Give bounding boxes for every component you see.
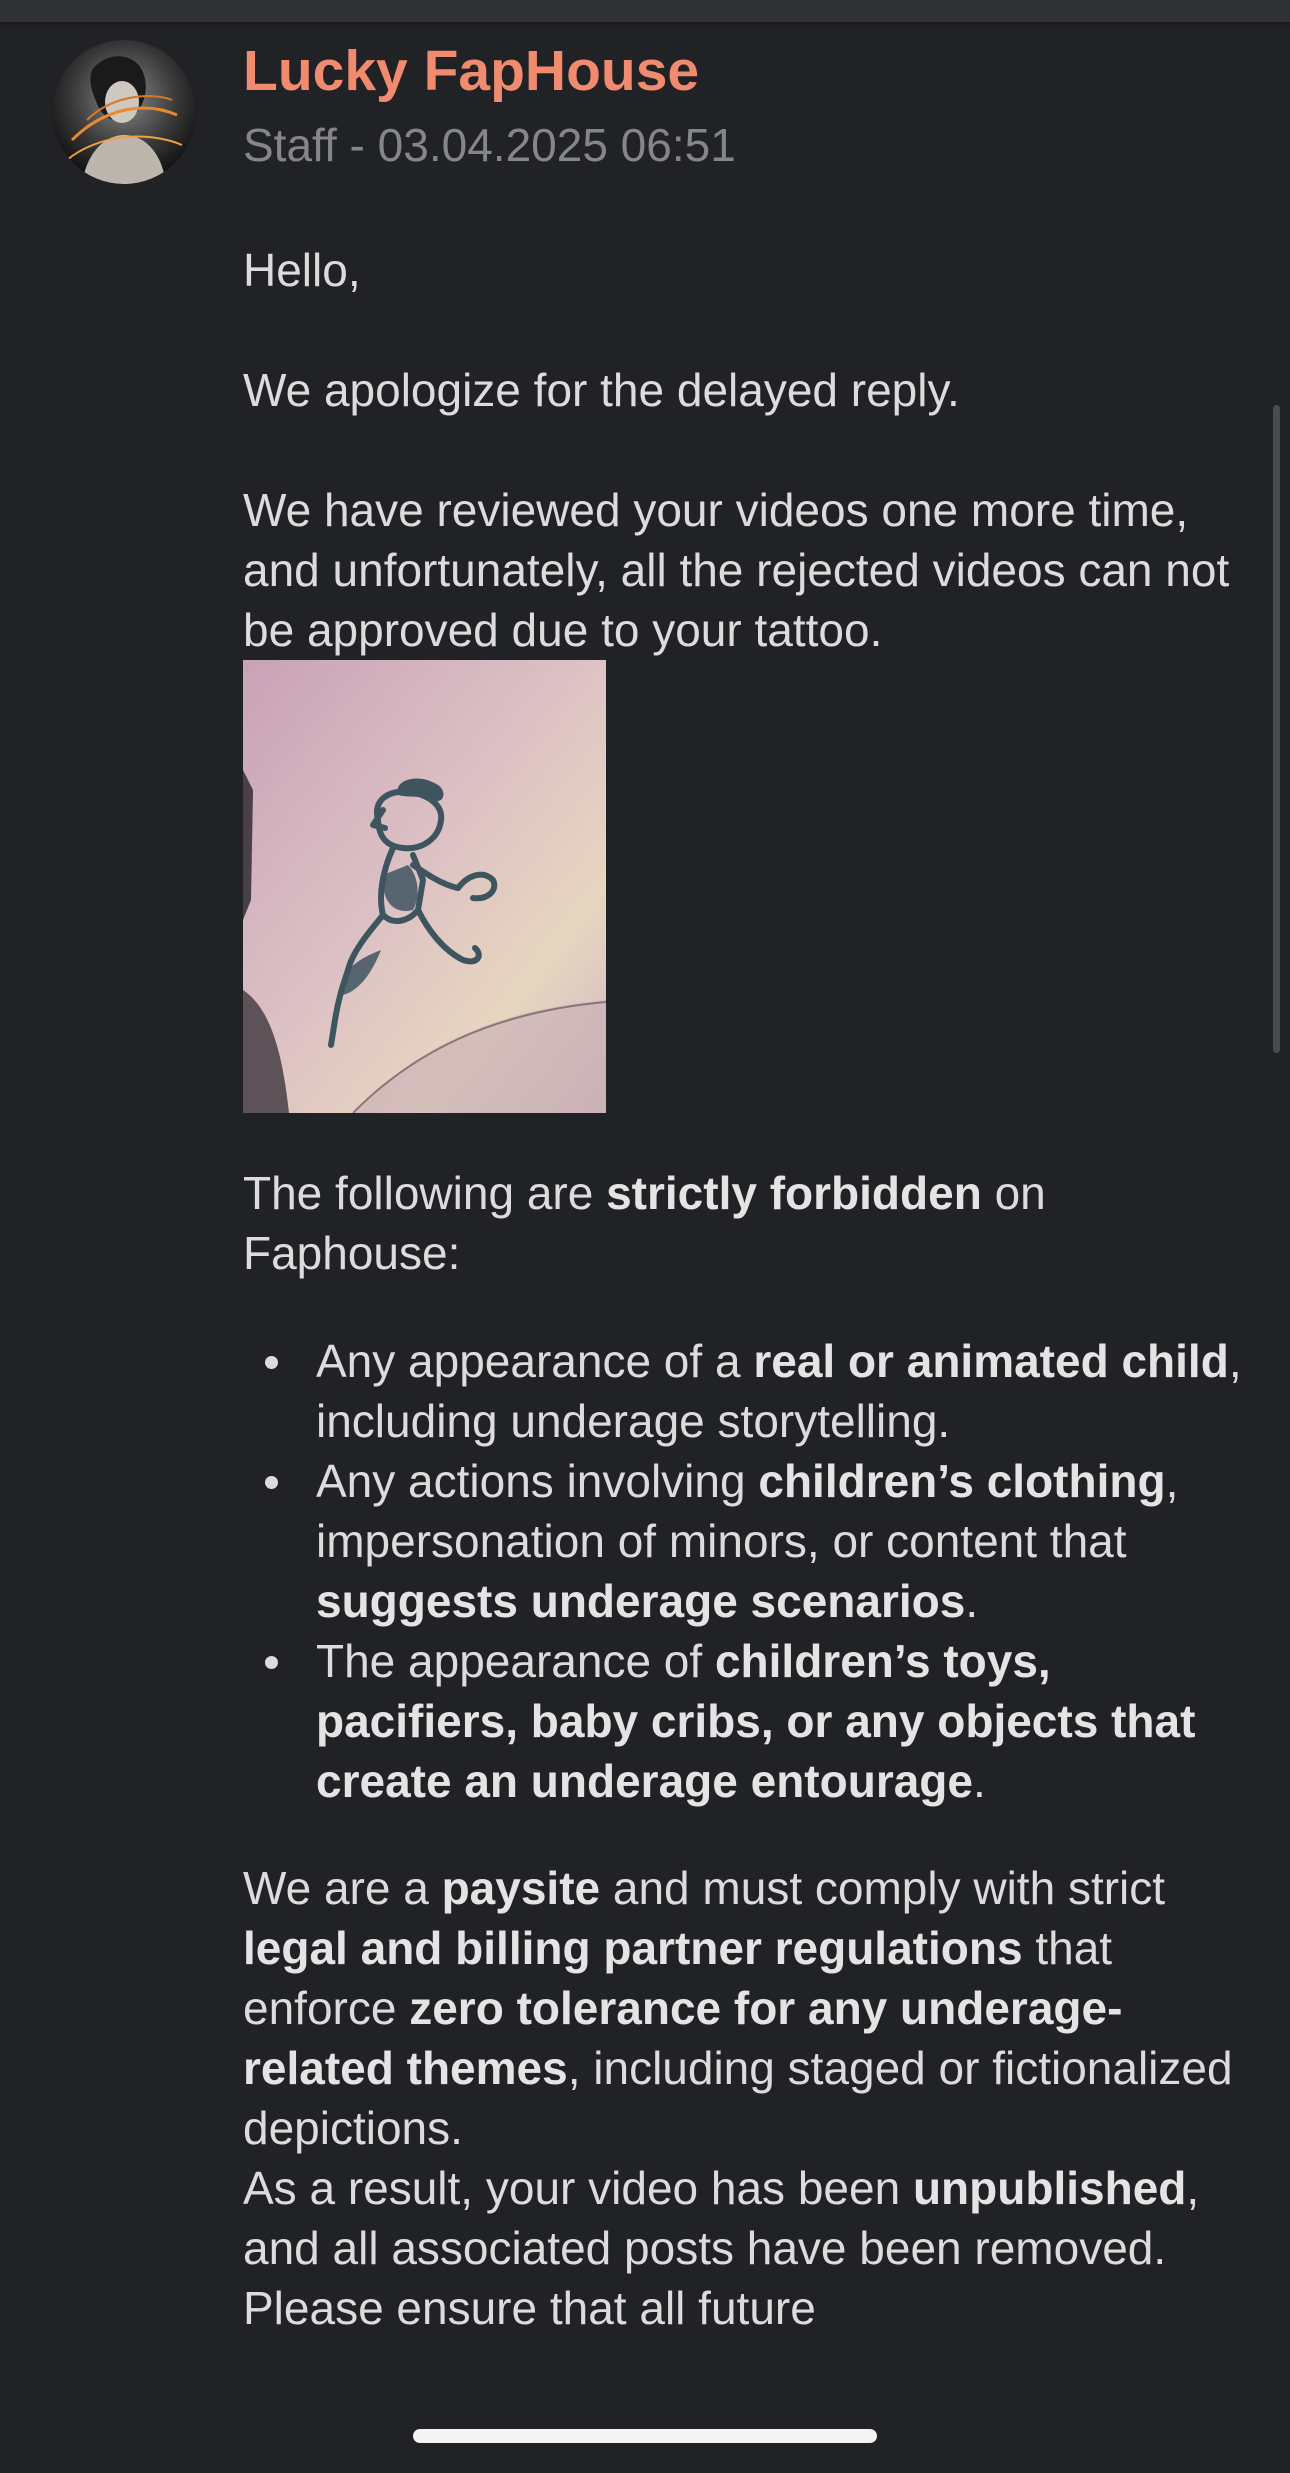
compliance-text: We are a paysite and must comply with st… [243, 1862, 1233, 2154]
list-item: Any appearance of a real or animated chi… [243, 1331, 1253, 1451]
scrollbar[interactable] [1273, 405, 1280, 1053]
meta-separator: - [336, 119, 378, 171]
list-item: Any actions involving children’s clothin… [243, 1451, 1253, 1631]
author-name[interactable]: Lucky FapHouse [243, 38, 699, 104]
post-meta: Staff - 03.04.2025 06:51 [243, 118, 736, 172]
list-item: The appearance of children’s toys, pacif… [243, 1631, 1253, 1811]
greeting: Hello, [243, 244, 361, 296]
result-text: As a result, your video has been unpubli… [243, 2162, 1200, 2334]
author-avatar[interactable] [52, 40, 196, 184]
top-bar [0, 0, 1290, 22]
forbidden-intro: The following are strictly forbidden on … [243, 1167, 1046, 1279]
tattoo-photo[interactable] [243, 660, 606, 1113]
forbidden-list: Any appearance of a real or animated chi… [243, 1331, 1253, 1811]
apology-text: We apologize for the delayed reply. [243, 364, 960, 416]
avatar-image [52, 40, 196, 184]
message-body: Hello, We apologize for the delayed repl… [243, 240, 1253, 2338]
post-datetime: 03.04.2025 06:51 [377, 119, 736, 171]
home-indicator[interactable] [413, 2429, 877, 2443]
author-role: Staff [243, 119, 337, 171]
review-text: We have reviewed your videos one more ti… [243, 484, 1230, 656]
